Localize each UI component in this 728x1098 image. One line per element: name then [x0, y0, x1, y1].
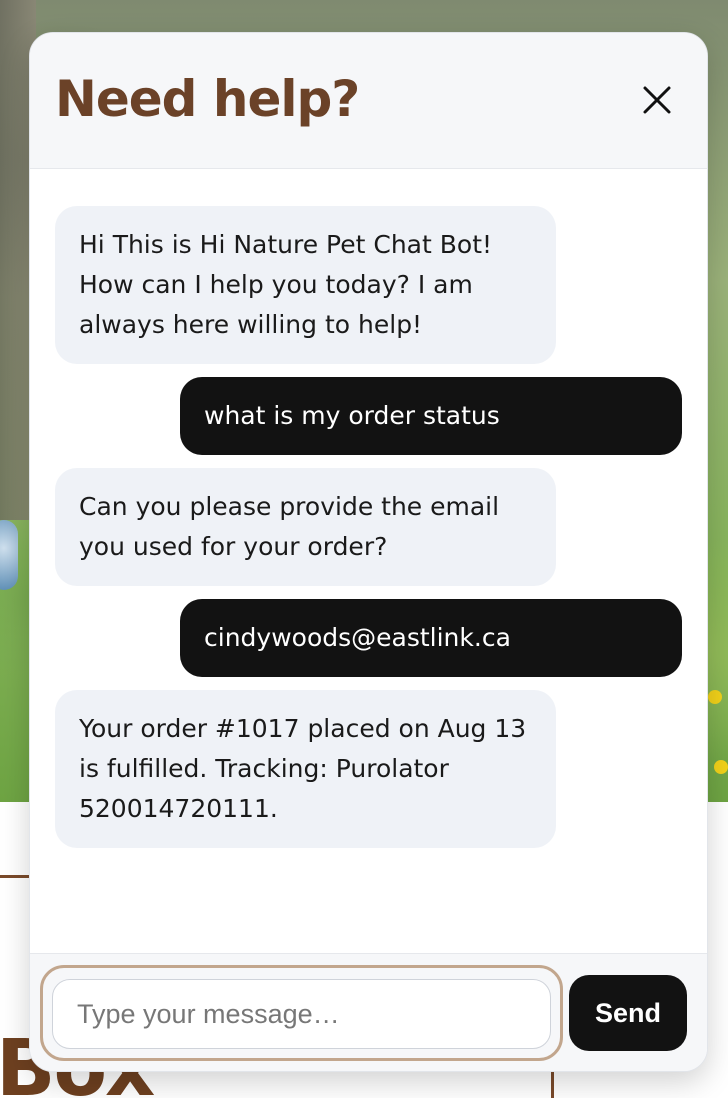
chat-widget: Need help? Hi This is Hi Nature Pet Chat… — [29, 32, 708, 1072]
close-icon — [643, 86, 671, 114]
bot-message: Can you please provide the email you use… — [55, 468, 556, 586]
background-divider — [0, 875, 30, 878]
close-button[interactable] — [636, 79, 678, 121]
user-message: what is my order status — [180, 377, 682, 455]
chat-title: Need help? — [55, 70, 360, 128]
background-flower — [708, 690, 722, 704]
input-focus-ring — [40, 965, 563, 1061]
background-divider — [551, 1068, 554, 1098]
user-message: cindywoods@eastlink.ca — [180, 599, 682, 677]
composer: Send — [30, 953, 707, 1071]
bot-message: Your order #1017 placed on Aug 13 is ful… — [55, 690, 556, 848]
message-input[interactable] — [52, 979, 551, 1049]
bot-message: Hi This is Hi Nature Pet Chat Bot! How c… — [55, 206, 556, 364]
message-list: Hi This is Hi Nature Pet Chat Bot! How c… — [30, 170, 707, 952]
send-button[interactable]: Send — [569, 975, 687, 1051]
background-pet-image — [0, 520, 18, 590]
chat-header: Need help? — [30, 33, 707, 169]
background-flower — [714, 760, 728, 774]
